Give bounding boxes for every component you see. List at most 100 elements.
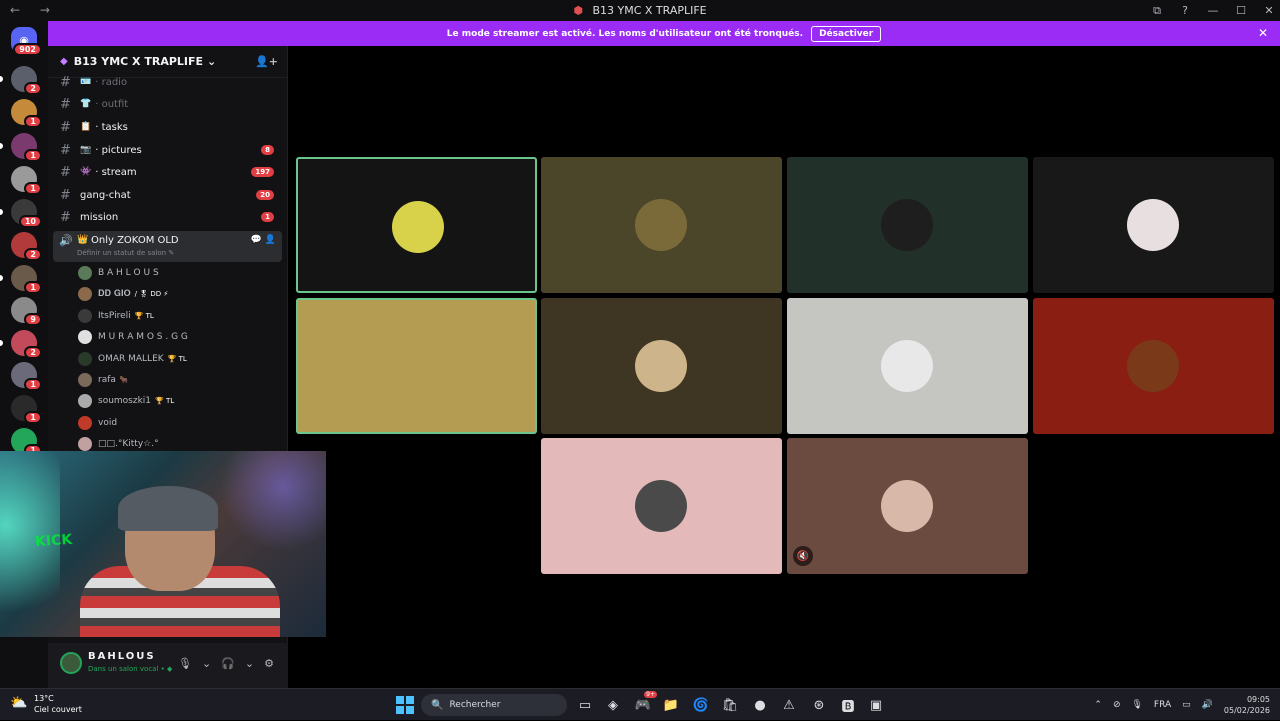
- voice-channel-only-zokom[interactable]: 🔊 👑 · Only ZOKOM OLD Définir un statut d…: [53, 231, 282, 262]
- hashtag-icon: #: [60, 187, 71, 203]
- voice-member[interactable]: B A H L O U S: [78, 264, 159, 282]
- channel-item[interactable]: # 👾 · stream 197: [58, 162, 280, 182]
- channel-item[interactable]: # gang-chat 20: [58, 185, 280, 205]
- guild-boost-icon: ◆: [60, 56, 68, 67]
- voice-member[interactable]: ItsPireli 🏆 TL: [78, 307, 154, 325]
- server-icon[interactable]: 2: [11, 232, 42, 261]
- home-button[interactable]: ◉ 902: [11, 27, 42, 56]
- server-icon[interactable]: 1: [11, 99, 42, 128]
- windows-start-icon[interactable]: [396, 696, 414, 714]
- edge-icon[interactable]: 🌀: [691, 695, 711, 715]
- minimize-button[interactable]: —: [1202, 4, 1224, 17]
- weather-widget[interactable]: ⛅ 13°C Ciel couvert: [10, 693, 82, 715]
- kick-sign: KICK: [34, 531, 73, 551]
- search-placeholder: Rechercher: [449, 700, 501, 710]
- member-name: □□.°Kitty☆.°: [98, 439, 159, 450]
- voice-member[interactable]: soumoszki1 🏆 TL: [78, 392, 174, 410]
- server-icon[interactable]: 2: [11, 330, 42, 359]
- voice-member[interactable]: 𝐃𝐃 𝐆𝐈𝐎 / 🎖 DD ⚡: [78, 285, 168, 303]
- display-icon[interactable]: ▭: [1182, 700, 1191, 710]
- app-icon[interactable]: ▣: [866, 695, 886, 715]
- server-icon[interactable]: 9: [11, 297, 42, 326]
- inbox-icon[interactable]: ⧉: [1146, 4, 1168, 18]
- avatar: [1127, 199, 1179, 251]
- voice-member[interactable]: rafa 🐂: [78, 371, 129, 389]
- server-icon[interactable]: 1: [11, 395, 42, 424]
- taskbar-app-glyph: ⊛: [813, 697, 825, 713]
- member-name: void: [98, 417, 118, 428]
- chat-bubble-icon[interactable]: 💬 👤: [251, 235, 276, 245]
- voice-member[interactable]: M U R A M O S . G G: [78, 328, 188, 346]
- channel-name: · pictures: [95, 144, 142, 156]
- participant-tile[interactable]: [541, 438, 782, 574]
- avatar: [78, 308, 92, 323]
- close-icon[interactable]: ✕: [1258, 26, 1268, 40]
- muted-mic-icon: 🔇: [793, 546, 813, 566]
- server-badge: 2: [24, 346, 42, 359]
- channel-item[interactable]: # mission 1: [58, 207, 280, 227]
- avatar: [78, 373, 92, 387]
- chevron-down-icon[interactable]: ⌄: [202, 657, 211, 670]
- headset-icon[interactable]: 🎧: [221, 657, 235, 670]
- channel-emoji: 👾: [80, 167, 92, 177]
- member-name: ItsPireli: [98, 310, 131, 321]
- server-icon[interactable]: 1: [11, 362, 42, 391]
- channel-name: · radio: [95, 76, 128, 88]
- channel-item[interactable]: # 📷 · pictures 8: [58, 140, 280, 160]
- store-icon[interactable]: 🛍: [720, 695, 740, 715]
- channel-emoji: 🪪: [80, 77, 92, 87]
- help-icon[interactable]: ?: [1174, 4, 1196, 17]
- clock[interactable]: 09:05 05/02/2026: [1224, 694, 1270, 716]
- participant-tile[interactable]: [296, 298, 537, 434]
- avatar[interactable]: [60, 652, 82, 674]
- server-icon[interactable]: 2: [11, 66, 42, 95]
- server-badge: 1: [24, 378, 42, 391]
- file-explorer-icon[interactable]: 📁: [661, 695, 681, 715]
- participant-tile[interactable]: 🔇: [787, 438, 1028, 574]
- voice-member[interactable]: OMAR MALLEK 🏆 TL: [78, 350, 187, 368]
- taskbar-app-glyph: ▭: [578, 697, 592, 713]
- chevron-up-icon[interactable]: ⌃: [1094, 700, 1102, 710]
- channel-item[interactable]: # 👕 · outfit: [58, 94, 280, 114]
- copilot-icon[interactable]: ◈: [603, 695, 623, 715]
- network-off-icon[interactable]: ⊘: [1113, 700, 1121, 710]
- taskbar-search[interactable]: 🔍 Rechercher: [421, 694, 567, 716]
- volume-icon[interactable]: 🔊: [1202, 700, 1213, 710]
- notification-badge: 9+: [644, 691, 657, 698]
- invite-icon[interactable]: 👤+: [255, 55, 278, 68]
- window-titlebar: ← → ⬢ B13 YMC X TRAPLIFE ⧉ ? — ☐ ✕: [0, 0, 1280, 21]
- system-tray: ⌃ ⊘ 🎙 FRA ▭ 🔊 09:05 05/02/2026: [1094, 689, 1270, 721]
- maximize-button[interactable]: ☐: [1230, 4, 1252, 17]
- gear-icon[interactable]: ⚙: [264, 657, 274, 670]
- channel-name: mission: [80, 211, 119, 223]
- avatar: [881, 340, 933, 392]
- participant-tile[interactable]: [1033, 298, 1274, 434]
- voice-member[interactable]: void: [78, 414, 117, 432]
- server-icon[interactable]: 1: [11, 265, 42, 294]
- participant-tile[interactable]: [541, 298, 782, 434]
- microphone-icon[interactable]: 🎙: [178, 657, 192, 670]
- mention-badge: 20: [256, 190, 274, 200]
- participant-tile[interactable]: [541, 157, 782, 293]
- server-icon[interactable]: 10: [11, 199, 42, 228]
- app-icon[interactable]: ⊛: [809, 695, 829, 715]
- channel-item[interactable]: # 📋 · tasks: [58, 117, 280, 137]
- app-icon[interactable]: 🅱: [838, 695, 858, 715]
- server-icon[interactable]: 1: [11, 166, 42, 195]
- participant-tile[interactable]: [787, 298, 1028, 434]
- discord-icon[interactable]: 🎮 9+: [633, 691, 657, 715]
- spotify-icon[interactable]: ●: [750, 695, 770, 715]
- disable-streamer-button[interactable]: Désactiver: [811, 25, 882, 42]
- server-icon[interactable]: 1: [11, 133, 42, 162]
- chevron-down-icon[interactable]: ⌄: [245, 657, 254, 670]
- channel-item[interactable]: # 🪪 · radio: [58, 72, 280, 92]
- participant-tile[interactable]: [296, 157, 537, 293]
- language-indicator[interactable]: FRA: [1154, 700, 1171, 710]
- close-window-button[interactable]: ✕: [1258, 4, 1280, 17]
- app-icon[interactable]: ⚠: [779, 695, 799, 715]
- microphone-icon[interactable]: 🎙: [1131, 700, 1142, 710]
- voice-channel-status[interactable]: Définir un statut de salon ✎: [77, 249, 174, 257]
- task-view-icon[interactable]: ▭: [575, 695, 595, 715]
- participant-tile[interactable]: [787, 157, 1028, 293]
- participant-tile[interactable]: [1033, 157, 1274, 293]
